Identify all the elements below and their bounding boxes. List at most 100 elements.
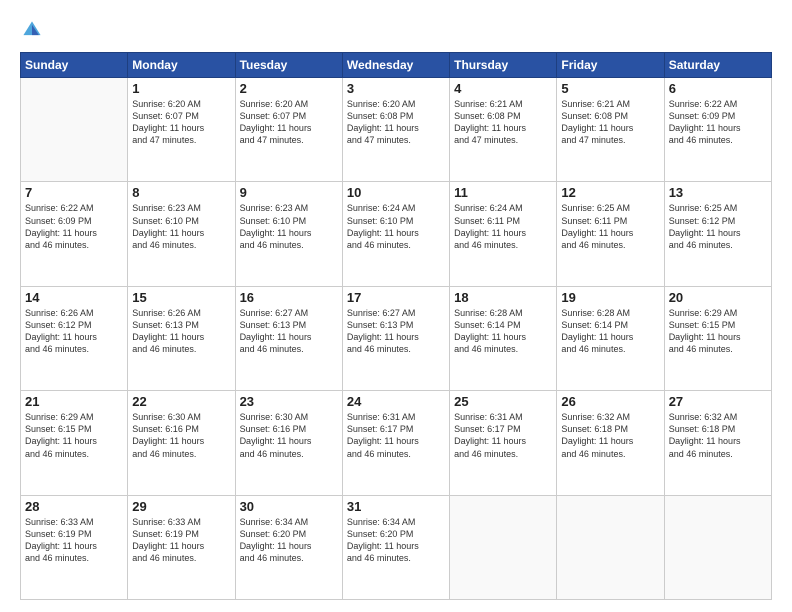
sunrise-text: Sunrise: 6:24 AM xyxy=(347,202,445,214)
day-info: Sunrise: 6:30 AMSunset: 6:16 PMDaylight:… xyxy=(132,411,230,460)
sunrise-text: Sunrise: 6:21 AM xyxy=(561,98,659,110)
day-cell: 26 Sunrise: 6:32 AMSunset: 6:18 PMDayligh… xyxy=(557,391,664,495)
day-info: Sunrise: 6:23 AMSunset: 6:10 PMDaylight:… xyxy=(240,202,338,251)
sunset-text: Sunset: 6:09 PM xyxy=(25,215,123,227)
daylight-line2: and 46 minutes. xyxy=(25,552,123,564)
daylight-line2: and 46 minutes. xyxy=(25,343,123,355)
daylight-line1: Daylight: 11 hours xyxy=(25,540,123,552)
day-info: Sunrise: 6:29 AMSunset: 6:15 PMDaylight:… xyxy=(25,411,123,460)
day-info: Sunrise: 6:21 AMSunset: 6:08 PMDaylight:… xyxy=(454,98,552,147)
sunset-text: Sunset: 6:08 PM xyxy=(347,110,445,122)
daylight-line2: and 46 minutes. xyxy=(25,239,123,251)
day-info: Sunrise: 6:24 AMSunset: 6:10 PMDaylight:… xyxy=(347,202,445,251)
daylight-line2: and 46 minutes. xyxy=(454,448,552,460)
day-number: 13 xyxy=(669,185,767,200)
sunset-text: Sunset: 6:07 PM xyxy=(132,110,230,122)
day-cell: 20Sunrise: 6:29 AMSunset: 6:15 PMDayligh… xyxy=(664,286,771,390)
sunset-text: Sunset: 6:18 PM xyxy=(561,423,659,435)
day-info: Sunrise: 6:22 AMSunset: 6:09 PMDaylight:… xyxy=(669,98,767,147)
sunrise-text: Sunrise: 6:20 AM xyxy=(240,98,338,110)
page: SundayMondayTuesdayWednesdayThursdayFrid… xyxy=(0,0,792,612)
day-number: 27 xyxy=(669,394,767,409)
day-number: 31 xyxy=(347,499,445,514)
daylight-line2: and 46 minutes. xyxy=(669,239,767,251)
sunset-text: Sunset: 6:10 PM xyxy=(132,215,230,227)
day-info: Sunrise: 6:20 AMSunset: 6:08 PMDaylight:… xyxy=(347,98,445,147)
sunrise-text: Sunrise: 6:23 AM xyxy=(132,202,230,214)
daylight-line2: and 46 minutes. xyxy=(240,552,338,564)
sunrise-text: Sunrise: 6:27 AM xyxy=(347,307,445,319)
sunrise-text: Sunrise: 6:20 AM xyxy=(347,98,445,110)
daylight-line1: Daylight: 11 hours xyxy=(561,122,659,134)
day-cell xyxy=(664,495,771,599)
day-number: 11 xyxy=(454,185,552,200)
daylight-line1: Daylight: 11 hours xyxy=(132,227,230,239)
sunrise-text: Sunrise: 6:34 AM xyxy=(240,516,338,528)
day-cell: 17 Sunrise: 6:27 AMSunset: 6:13 PMDayligh… xyxy=(342,286,449,390)
daylight-line2: and 46 minutes. xyxy=(454,239,552,251)
weekday-wednesday: Wednesday xyxy=(342,53,449,78)
daylight-line2: and 46 minutes. xyxy=(669,134,767,146)
daylight-line1: Daylight: 11 hours xyxy=(25,435,123,447)
day-number: 21 xyxy=(25,394,123,409)
day-info: Sunrise: 6:32 AMSunset: 6:18 PMDaylight:… xyxy=(561,411,659,460)
daylight-line1: Daylight: 11 hours xyxy=(561,227,659,239)
sunrise-text: Sunrise: 6:31 AM xyxy=(454,411,552,423)
sunrise-text: Sunrise: 6:31 AM xyxy=(347,411,445,423)
daylight-line2: and 46 minutes. xyxy=(240,343,338,355)
week-row-3: 14Sunrise: 6:26 AMSunset: 6:12 PMDayligh… xyxy=(21,286,772,390)
daylight-line1: Daylight: 11 hours xyxy=(132,540,230,552)
sunset-text: Sunset: 6:20 PM xyxy=(347,528,445,540)
day-info: Sunrise: 6:30 AMSunset: 6:16 PMDaylight:… xyxy=(240,411,338,460)
sunset-text: Sunset: 6:08 PM xyxy=(454,110,552,122)
daylight-line1: Daylight: 11 hours xyxy=(240,540,338,552)
weekday-thursday: Thursday xyxy=(450,53,557,78)
day-info: Sunrise: 6:22 AMSunset: 6:09 PMDaylight:… xyxy=(25,202,123,251)
daylight-line1: Daylight: 11 hours xyxy=(454,331,552,343)
day-info: Sunrise: 6:34 AMSunset: 6:20 PMDaylight:… xyxy=(240,516,338,565)
day-info: Sunrise: 6:31 AMSunset: 6:17 PMDaylight:… xyxy=(347,411,445,460)
weekday-monday: Monday xyxy=(128,53,235,78)
day-number: 7 xyxy=(25,185,123,200)
day-number: 16 xyxy=(240,290,338,305)
daylight-line2: and 46 minutes. xyxy=(132,448,230,460)
day-number: 25 xyxy=(454,394,552,409)
day-info: Sunrise: 6:27 AMSunset: 6:13 PMDaylight:… xyxy=(347,307,445,356)
daylight-line1: Daylight: 11 hours xyxy=(132,435,230,447)
daylight-line2: and 46 minutes. xyxy=(561,239,659,251)
weekday-saturday: Saturday xyxy=(664,53,771,78)
day-info: Sunrise: 6:33 AMSunset: 6:19 PMDaylight:… xyxy=(25,516,123,565)
day-number: 8 xyxy=(132,185,230,200)
sunrise-text: Sunrise: 6:29 AM xyxy=(669,307,767,319)
daylight-line2: and 47 minutes. xyxy=(240,134,338,146)
daylight-line1: Daylight: 11 hours xyxy=(132,331,230,343)
day-cell: 3Sunrise: 6:20 AMSunset: 6:08 PMDaylight… xyxy=(342,78,449,182)
day-cell: 8 Sunrise: 6:23 AMSunset: 6:10 PMDaylight… xyxy=(128,182,235,286)
sunrise-text: Sunrise: 6:32 AM xyxy=(669,411,767,423)
weekday-tuesday: Tuesday xyxy=(235,53,342,78)
day-cell: 25Sunrise: 6:31 AMSunset: 6:17 PMDayligh… xyxy=(450,391,557,495)
daylight-line2: and 46 minutes. xyxy=(132,239,230,251)
day-cell: 23Sunrise: 6:30 AMSunset: 6:16 PMDayligh… xyxy=(235,391,342,495)
day-cell: 12Sunrise: 6:25 AMSunset: 6:11 PMDayligh… xyxy=(557,182,664,286)
day-cell: 13Sunrise: 6:25 AMSunset: 6:12 PMDayligh… xyxy=(664,182,771,286)
sunrise-text: Sunrise: 6:20 AM xyxy=(132,98,230,110)
day-cell: 27 Sunrise: 6:32 AMSunset: 6:18 PMDayligh… xyxy=(664,391,771,495)
sunset-text: Sunset: 6:13 PM xyxy=(347,319,445,331)
day-number: 26 xyxy=(561,394,659,409)
daylight-line2: and 46 minutes. xyxy=(347,239,445,251)
sunset-text: Sunset: 6:16 PM xyxy=(240,423,338,435)
day-number: 14 xyxy=(25,290,123,305)
day-cell: 15Sunrise: 6:26 AMSunset: 6:13 PMDayligh… xyxy=(128,286,235,390)
daylight-line1: Daylight: 11 hours xyxy=(454,435,552,447)
daylight-line1: Daylight: 11 hours xyxy=(347,227,445,239)
daylight-line1: Daylight: 11 hours xyxy=(347,122,445,134)
day-info: Sunrise: 6:28 AMSunset: 6:14 PMDaylight:… xyxy=(561,307,659,356)
day-info: Sunrise: 6:29 AMSunset: 6:15 PMDaylight:… xyxy=(669,307,767,356)
daylight-line1: Daylight: 11 hours xyxy=(240,227,338,239)
day-info: Sunrise: 6:32 AMSunset: 6:18 PMDaylight:… xyxy=(669,411,767,460)
day-number: 22 xyxy=(132,394,230,409)
weekday-header-row: SundayMondayTuesdayWednesdayThursdayFrid… xyxy=(21,53,772,78)
day-number: 17 xyxy=(347,290,445,305)
day-info: Sunrise: 6:20 AMSunset: 6:07 PMDaylight:… xyxy=(240,98,338,147)
